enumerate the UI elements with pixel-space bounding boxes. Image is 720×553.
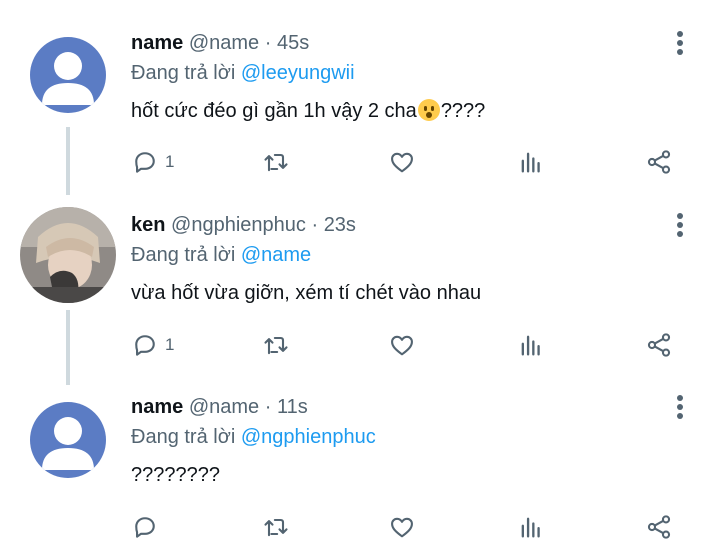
reply-button[interactable] (131, 510, 165, 544)
analytics-icon (521, 152, 540, 173)
display-name[interactable]: name (131, 32, 183, 54)
reply-count: 1 (165, 335, 175, 354)
tweet[interactable]: name @name · 11s Đang trả lời @ngphienph… (0, 365, 720, 547)
mention-link[interactable]: @ngphienphuc (241, 426, 376, 448)
avatar[interactable] (30, 402, 106, 478)
more-options-icon[interactable] (670, 212, 690, 238)
avatar[interactable] (20, 207, 116, 303)
analytics-button[interactable] (517, 510, 545, 544)
tweet-header: ken @ngphienphuc · 23s (131, 212, 356, 238)
replying-prefix: Đang trả lời (131, 426, 236, 448)
like-button[interactable] (388, 328, 416, 362)
tweet-header: name @name · 45s (131, 30, 309, 56)
reply-button[interactable]: 1 (131, 328, 174, 362)
tweet-text: ???????? (131, 464, 220, 486)
reply-icon (135, 152, 155, 173)
handle[interactable]: @name (189, 32, 259, 54)
separator: · (264, 396, 272, 418)
mention-link[interactable]: @name (241, 244, 311, 266)
analytics-button[interactable] (517, 145, 545, 179)
tweet-text-part: hốt cức đéo gì gần 1h vậy 2 cha (131, 100, 417, 122)
tweet-text-part: ???? (440, 100, 486, 122)
replying-prefix: Đang trả lời (131, 244, 236, 266)
heart-icon (391, 335, 413, 356)
separator: · (311, 214, 319, 236)
analytics-icon (521, 335, 540, 356)
retweet-button[interactable] (262, 145, 290, 179)
reply-icon (135, 517, 155, 538)
replying-prefix: Đang trả lời (131, 62, 236, 84)
retweet-button[interactable] (262, 328, 290, 362)
tweet[interactable]: name @name · 45s Đang trả lời @leeyungwi… (0, 0, 720, 182)
reply-count: 1 (165, 152, 175, 171)
replying-to: Đang trả lời @leeyungwii (131, 60, 355, 86)
tweet-header: name @name · 11s (131, 394, 308, 420)
share-icon (647, 333, 671, 357)
avatar[interactable] (30, 37, 106, 113)
tweet-text: vừa hốt vừa giỡn, xém tí chét vào nhau (131, 282, 482, 304)
default-avatar-icon (30, 37, 106, 113)
share-button[interactable] (645, 328, 673, 362)
analytics-icon (521, 517, 540, 538)
timestamp[interactable]: 45s (277, 32, 309, 54)
separator: · (264, 32, 272, 54)
timestamp[interactable]: 11s (277, 396, 308, 418)
worried-face-icon (417, 99, 440, 121)
retweet-button[interactable] (262, 510, 290, 544)
mention-link[interactable]: @leeyungwii (241, 62, 355, 84)
share-button[interactable] (645, 145, 673, 179)
display-name[interactable]: name (131, 396, 183, 418)
more-options-icon[interactable] (670, 30, 690, 56)
retweet-icon (264, 153, 288, 172)
photo-avatar-icon (20, 207, 116, 303)
action-bar: 1 (0, 145, 720, 179)
more-options-icon[interactable] (670, 394, 690, 420)
action-bar (0, 510, 720, 544)
share-icon (647, 515, 671, 539)
handle[interactable]: @ngphienphuc (171, 214, 306, 236)
like-button[interactable] (388, 510, 416, 544)
like-button[interactable] (388, 145, 416, 179)
analytics-button[interactable] (517, 328, 545, 362)
replying-to: Đang trả lời @name (131, 242, 311, 268)
heart-icon (391, 517, 413, 538)
heart-icon (391, 152, 413, 173)
reply-button[interactable]: 1 (131, 145, 174, 179)
display-name[interactable]: ken (131, 214, 165, 236)
default-avatar-icon (30, 402, 106, 478)
tweet-text: hốt cức đéo gì gần 1h vậy 2 cha???? (131, 98, 485, 124)
share-icon (647, 150, 671, 174)
handle[interactable]: @name (189, 396, 259, 418)
retweet-icon (264, 518, 288, 537)
retweet-icon (264, 336, 288, 355)
tweet[interactable]: ken @ngphienphuc · 23s Đang trả lời @nam… (0, 183, 720, 365)
replying-to: Đang trả lời @ngphienphuc (131, 424, 376, 450)
reply-icon (135, 335, 155, 356)
action-bar: 1 (0, 328, 720, 362)
share-button[interactable] (645, 510, 673, 544)
timestamp[interactable]: 23s (324, 214, 356, 236)
